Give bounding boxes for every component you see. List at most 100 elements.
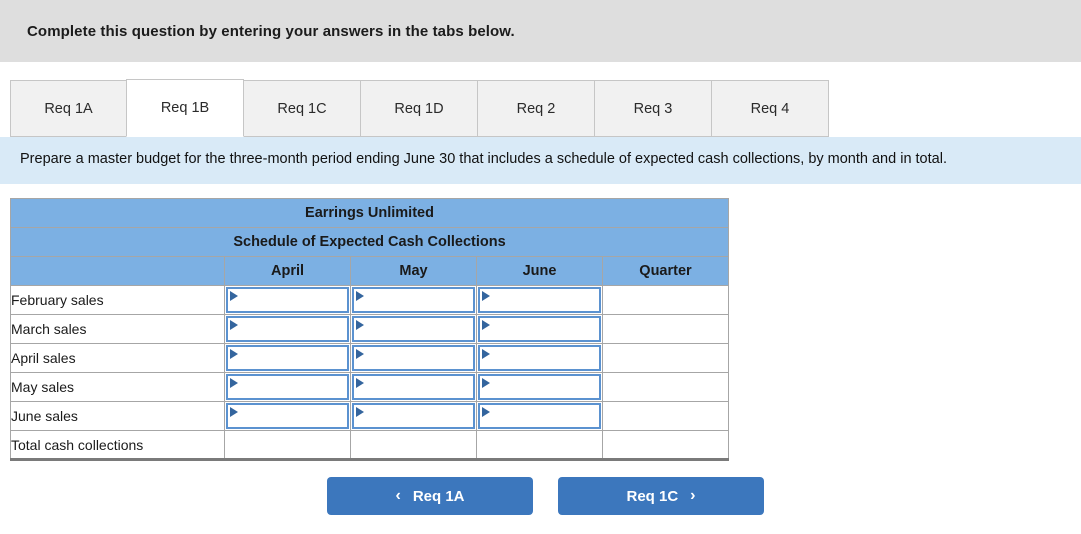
cell-marker-icon xyxy=(356,349,364,360)
input-cell-february-april[interactable] xyxy=(224,285,351,316)
previous-requirement-button[interactable]: ‹ Req 1A xyxy=(327,477,533,516)
cell-marker-icon xyxy=(230,378,238,389)
input-box[interactable] xyxy=(352,374,475,401)
input-box[interactable] xyxy=(226,287,349,314)
instruction-banner-text: Complete this question by entering your … xyxy=(27,22,515,40)
input-cell-june-may[interactable] xyxy=(350,401,477,432)
tab-label: Req 1A xyxy=(44,100,93,117)
input-box[interactable] xyxy=(478,316,601,343)
column-header-blank xyxy=(10,256,225,287)
cell-marker-icon xyxy=(230,291,238,302)
tab-req-1b[interactable]: Req 1B xyxy=(126,79,244,137)
cell-marker-icon xyxy=(482,349,490,360)
column-header-april: April xyxy=(224,256,351,287)
input-cell-march-june[interactable] xyxy=(476,314,603,345)
tab-label: Req 4 xyxy=(750,100,790,117)
input-cell-march-may[interactable] xyxy=(350,314,477,345)
navigation-bar: ‹ Req 1A Req 1C › xyxy=(10,477,1081,516)
value-cell-total-may xyxy=(350,430,477,462)
input-box[interactable] xyxy=(352,316,475,343)
tab-req-1c[interactable]: Req 1C xyxy=(243,80,361,137)
value-cell-june-quarter xyxy=(602,401,729,432)
input-cell-march-april[interactable] xyxy=(224,314,351,345)
cell-marker-icon xyxy=(356,291,364,302)
input-cell-may-june[interactable] xyxy=(476,372,603,403)
worksheet-container: Earrings Unlimited Schedule of Expected … xyxy=(0,184,1081,516)
row-label-april-sales: April sales xyxy=(10,343,225,374)
input-box[interactable] xyxy=(226,345,349,372)
value-cell-total-june xyxy=(476,430,603,462)
input-cell-may-april[interactable] xyxy=(224,372,351,403)
cell-marker-icon xyxy=(482,378,490,389)
column-header-june: June xyxy=(476,256,603,287)
tab-label: Req 1C xyxy=(277,100,327,117)
instruction-banner: Complete this question by entering your … xyxy=(0,0,1081,62)
cell-marker-icon xyxy=(230,320,238,331)
input-box[interactable] xyxy=(352,287,475,314)
value-cell-total-april xyxy=(224,430,351,462)
input-cell-april-may[interactable] xyxy=(350,343,477,374)
next-requirement-label: Req 1C xyxy=(626,487,679,505)
table-row: March sales xyxy=(10,314,729,345)
cell-marker-icon xyxy=(356,378,364,389)
input-box[interactable] xyxy=(478,403,601,430)
column-header-may: May xyxy=(350,256,477,287)
company-name: Earrings Unlimited xyxy=(10,198,729,229)
input-cell-may-may[interactable] xyxy=(350,372,477,403)
input-box[interactable] xyxy=(226,403,349,430)
input-box[interactable] xyxy=(478,287,601,314)
table-row: May sales xyxy=(10,372,729,403)
value-cell-may-quarter xyxy=(602,372,729,403)
requirement-description: Prepare a master budget for the three-mo… xyxy=(0,137,1081,185)
cell-marker-icon xyxy=(356,320,364,331)
tab-req-3[interactable]: Req 3 xyxy=(594,80,712,137)
input-box[interactable] xyxy=(352,345,475,372)
input-box[interactable] xyxy=(478,374,601,401)
cash-collections-table: Earrings Unlimited Schedule of Expected … xyxy=(10,198,729,462)
value-cell-february-quarter xyxy=(602,285,729,316)
input-box[interactable] xyxy=(352,403,475,430)
tab-req-2[interactable]: Req 2 xyxy=(477,80,595,137)
chevron-left-icon: ‹ xyxy=(395,487,401,505)
input-box[interactable] xyxy=(226,316,349,343)
row-label-total-cash-collections: Total cash collections xyxy=(10,430,225,462)
row-label-may-sales: May sales xyxy=(10,372,225,403)
cell-marker-icon xyxy=(482,320,490,331)
table-row: February sales xyxy=(10,285,729,316)
input-cell-february-june[interactable] xyxy=(476,285,603,316)
input-cell-june-june[interactable] xyxy=(476,401,603,432)
tab-req-1d[interactable]: Req 1D xyxy=(360,80,478,137)
requirement-text: Prepare a master budget for the three-mo… xyxy=(20,151,947,167)
tab-req-1a[interactable]: Req 1A xyxy=(10,80,127,137)
cell-marker-icon xyxy=(230,349,238,360)
table-title-row-company: Earrings Unlimited xyxy=(10,198,729,229)
tab-label: Req 1B xyxy=(160,100,210,116)
row-label-february-sales: February sales xyxy=(10,285,225,316)
cell-marker-icon xyxy=(356,407,364,418)
cell-marker-icon xyxy=(230,407,238,418)
input-box[interactable] xyxy=(226,374,349,401)
table-row-total: Total cash collections xyxy=(10,430,729,462)
schedule-title: Schedule of Expected Cash Collections xyxy=(10,227,729,258)
input-cell-april-april[interactable] xyxy=(224,343,351,374)
value-cell-total-quarter xyxy=(602,430,729,462)
next-requirement-button[interactable]: Req 1C › xyxy=(558,477,764,516)
input-cell-april-june[interactable] xyxy=(476,343,603,374)
input-cell-june-april[interactable] xyxy=(224,401,351,432)
previous-requirement-label: Req 1A xyxy=(412,487,465,505)
tab-label: Req 1D xyxy=(394,100,444,117)
input-cell-february-may[interactable] xyxy=(350,285,477,316)
table-row: April sales xyxy=(10,343,729,374)
row-label-june-sales: June sales xyxy=(10,401,225,432)
chevron-right-icon: › xyxy=(690,487,696,505)
row-label-march-sales: March sales xyxy=(10,314,225,345)
value-cell-march-quarter xyxy=(602,314,729,345)
cell-marker-icon xyxy=(482,291,490,302)
cell-marker-icon xyxy=(482,407,490,418)
tab-label: Req 3 xyxy=(633,100,673,117)
input-box[interactable] xyxy=(478,345,601,372)
tab-strip: Req 1A Req 1B Req 1C Req 1D Req 2 Req 3 … xyxy=(0,62,1081,137)
column-header-quarter: Quarter xyxy=(602,256,729,287)
table-row: June sales xyxy=(10,401,729,432)
tab-req-4[interactable]: Req 4 xyxy=(711,80,829,137)
